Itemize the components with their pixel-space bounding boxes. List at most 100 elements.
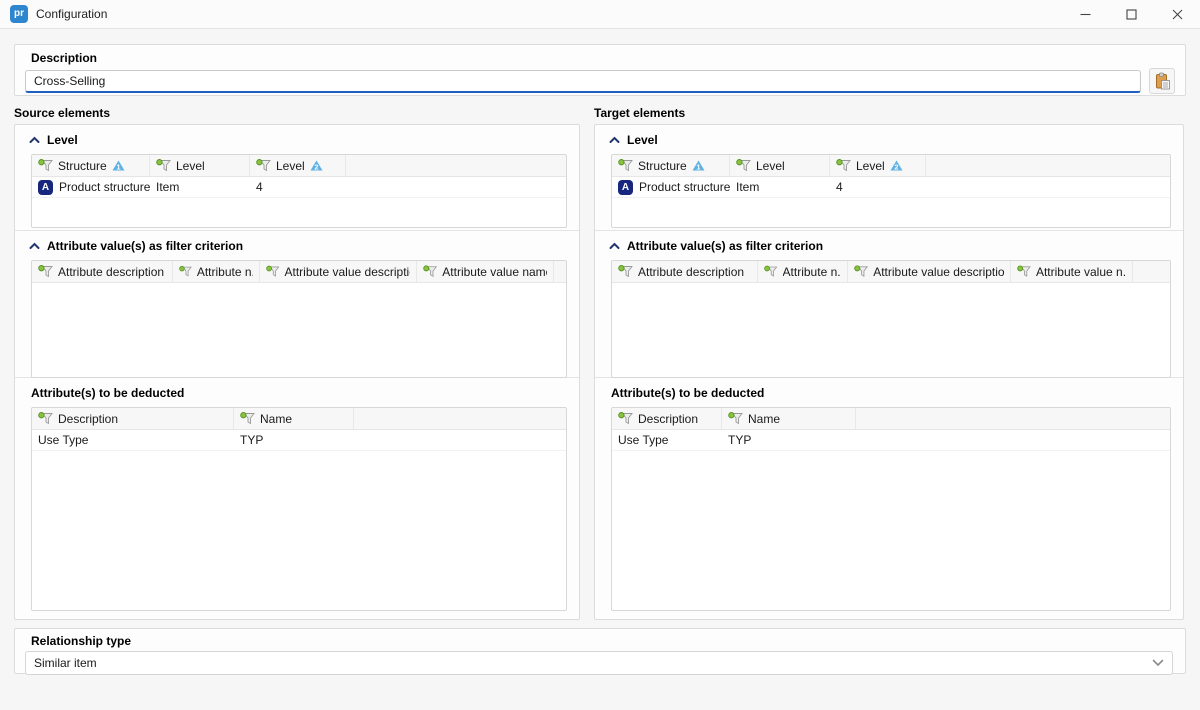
- funnel-filter-icon[interactable]: [728, 412, 743, 425]
- column-header-attribute-value-name[interactable]: Attribute value n...: [1011, 261, 1133, 282]
- section-title: Attribute value(s) as filter criterion: [627, 239, 823, 253]
- table-row[interactable]: A Product structure Item 4: [612, 177, 1170, 198]
- column-header-attribute-description[interactable]: Attribute description: [612, 261, 758, 282]
- source-filter-table: Attribute description Attribute n... Att…: [31, 260, 567, 378]
- column-header-name[interactable]: Name: [722, 408, 856, 429]
- source-deducted-section-header: Attribute(s) to be deducted: [15, 378, 579, 407]
- source-filter-section-header[interactable]: Attribute value(s) as filter criterion: [15, 231, 579, 260]
- close-icon: [1172, 9, 1183, 20]
- funnel-filter-icon[interactable]: [736, 159, 751, 172]
- column-label: Level: [856, 159, 885, 173]
- target-filter-section-header[interactable]: Attribute value(s) as filter criterion: [595, 231, 1183, 260]
- cell-level: Item: [730, 177, 830, 197]
- column-label: Attribute n...: [783, 265, 841, 279]
- funnel-filter-icon[interactable]: [1017, 265, 1031, 278]
- column-label: Description: [638, 412, 698, 426]
- column-label: Level: [276, 159, 305, 173]
- column-header-empty: [354, 408, 566, 429]
- table-row[interactable]: Use Type TYP: [32, 430, 566, 451]
- table-header: Structure 1 Level Level 2: [32, 155, 566, 177]
- funnel-filter-icon[interactable]: [854, 265, 868, 278]
- target-level-section-header[interactable]: Level: [595, 125, 1183, 154]
- target-level-section: Level Structure 1 Level Level: [595, 125, 1183, 231]
- column-header-level[interactable]: Level: [730, 155, 830, 176]
- table-header: Description Name: [32, 408, 566, 430]
- funnel-filter-icon[interactable]: [38, 159, 53, 172]
- column-header-attribute-name[interactable]: Attribute n...: [173, 261, 260, 282]
- chevron-up-icon: [29, 242, 40, 250]
- paste-button[interactable]: [1149, 68, 1175, 94]
- funnel-filter-icon[interactable]: [266, 265, 280, 278]
- source-elements-panel: Level Structure 1 Level Level: [14, 124, 580, 620]
- funnel-filter-icon[interactable]: [38, 265, 53, 278]
- column-header-structure[interactable]: Structure 1: [32, 155, 150, 176]
- close-button[interactable]: [1154, 0, 1200, 28]
- column-label: Name: [748, 412, 780, 426]
- maximize-button[interactable]: [1108, 0, 1154, 28]
- cell-level-number: 4: [830, 177, 926, 197]
- chevron-down-icon: [1152, 659, 1164, 667]
- source-level-section-header[interactable]: Level: [15, 125, 579, 154]
- titlebar: pr Configuration: [0, 0, 1200, 29]
- column-header-description[interactable]: Description: [612, 408, 722, 429]
- column-header-attribute-value-name[interactable]: Attribute value name: [417, 261, 554, 282]
- sort-priority-icon: 2: [310, 160, 323, 171]
- column-header-level-number[interactable]: Level 2: [250, 155, 346, 176]
- cell-structure: Product structure: [639, 180, 730, 194]
- funnel-filter-icon[interactable]: [618, 265, 633, 278]
- column-header-attribute-description[interactable]: Attribute description: [32, 261, 173, 282]
- section-title: Level: [627, 133, 658, 147]
- window-title: Configuration: [36, 7, 107, 21]
- column-header-empty: [346, 155, 566, 176]
- table-header: Attribute description Attribute n... Att…: [32, 261, 566, 283]
- source-level-section: Level Structure 1 Level Level: [15, 125, 579, 231]
- funnel-filter-icon[interactable]: [256, 159, 271, 172]
- funnel-filter-icon[interactable]: [240, 412, 255, 425]
- svg-text:2: 2: [894, 163, 898, 171]
- column-header-name[interactable]: Name: [234, 408, 354, 429]
- funnel-filter-icon[interactable]: [38, 412, 53, 425]
- table-row[interactable]: Use Type TYP: [612, 430, 1170, 451]
- funnel-filter-icon[interactable]: [764, 265, 778, 278]
- minimize-icon: [1080, 9, 1091, 20]
- column-label: Attribute n...: [197, 265, 253, 279]
- target-filter-section: Attribute value(s) as filter criterion A…: [595, 231, 1183, 378]
- funnel-filter-icon[interactable]: [836, 159, 851, 172]
- funnel-filter-icon[interactable]: [618, 412, 633, 425]
- structure-type-icon: A: [618, 180, 633, 195]
- funnel-filter-icon[interactable]: [618, 159, 633, 172]
- target-deducted-table: Description Name Use Type TYP: [611, 407, 1171, 611]
- target-elements-title: Target elements: [594, 106, 685, 120]
- description-input[interactable]: [25, 70, 1141, 93]
- column-label: Name: [260, 412, 292, 426]
- funnel-filter-icon[interactable]: [179, 265, 192, 278]
- svg-text:2: 2: [314, 163, 318, 171]
- sort-priority-icon: 1: [692, 160, 705, 171]
- target-level-table: Structure 1 Level Level 2: [611, 154, 1171, 228]
- column-header-empty: [1133, 261, 1170, 282]
- funnel-filter-icon[interactable]: [423, 265, 437, 278]
- column-header-attribute-value-description[interactable]: Attribute value description: [848, 261, 1011, 282]
- funnel-filter-icon[interactable]: [156, 159, 171, 172]
- minimize-button[interactable]: [1062, 0, 1108, 28]
- target-filter-table: Attribute description Attribute n... Att…: [611, 260, 1171, 378]
- column-header-empty: [856, 408, 1170, 429]
- section-title: Attribute(s) to be deducted: [611, 386, 764, 400]
- relationship-type-dropdown[interactable]: Similar item: [25, 651, 1173, 675]
- column-header-attribute-value-description[interactable]: Attribute value description: [260, 261, 417, 282]
- column-header-level[interactable]: Level: [150, 155, 250, 176]
- target-deducted-section: Attribute(s) to be deducted Description …: [595, 378, 1183, 619]
- column-label: Attribute description: [638, 265, 744, 279]
- chevron-up-icon: [609, 242, 620, 250]
- column-header-structure[interactable]: Structure 1: [612, 155, 730, 176]
- relationship-type-panel: Relationship type Similar item: [14, 628, 1186, 674]
- svg-text:1: 1: [116, 163, 120, 171]
- cell-level-number: 4: [250, 177, 346, 197]
- window-controls: [1062, 0, 1200, 28]
- column-header-description[interactable]: Description: [32, 408, 234, 429]
- table-row[interactable]: A Product structure Item 4: [32, 177, 566, 198]
- table-header: Description Name: [612, 408, 1170, 430]
- target-deducted-section-header: Attribute(s) to be deducted: [595, 378, 1183, 407]
- column-header-attribute-name[interactable]: Attribute n...: [758, 261, 848, 282]
- column-header-level-number[interactable]: Level 2: [830, 155, 926, 176]
